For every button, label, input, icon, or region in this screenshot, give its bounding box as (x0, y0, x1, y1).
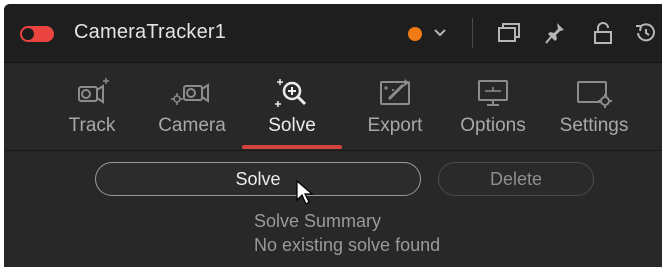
node-enable-toggle[interactable] (20, 26, 54, 42)
tab-track[interactable]: Track (62, 63, 122, 150)
tab-settings[interactable]: Settings (556, 63, 632, 150)
header-separator (472, 18, 473, 48)
window-icon[interactable] (495, 20, 523, 46)
solve-summary: Solve Summary No existing solve found (254, 209, 440, 257)
camera-tracker-panel: CameraTracker1 Track Camera Solve Export… (4, 4, 662, 267)
tab-export[interactable]: Export (362, 63, 428, 150)
mouse-cursor-icon (296, 180, 314, 205)
delete-button[interactable]: Delete (438, 162, 594, 196)
tab-export-label: Export (367, 115, 423, 136)
chevron-down-icon[interactable] (426, 20, 454, 46)
node-header: CameraTracker1 (4, 4, 662, 62)
node-color-dot[interactable] (408, 27, 422, 41)
track-camera-icon (72, 76, 112, 110)
solve-button[interactable]: Solve (95, 162, 421, 196)
solve-summary-status: No existing solve found (254, 235, 441, 255)
tab-solve[interactable]: Solve (262, 63, 322, 150)
active-tab-indicator (242, 145, 342, 149)
tab-options-label: Options (460, 115, 526, 136)
tab-settings-label: Settings (559, 115, 629, 136)
export-icon (375, 76, 415, 110)
tab-options[interactable]: Options (456, 63, 530, 150)
tab-camera[interactable]: Camera (154, 63, 230, 150)
tab-track-label: Track (68, 115, 116, 136)
node-title: CameraTracker1 (74, 21, 227, 43)
tab-solve-label: Solve (268, 115, 316, 136)
tabs-divider (4, 150, 662, 151)
solve-icon (272, 76, 312, 110)
reset-icon[interactable] (632, 20, 660, 46)
pin-icon[interactable] (541, 20, 569, 46)
toggle-knob (22, 28, 34, 40)
tab-camera-label: Camera (158, 115, 226, 136)
camera-icon (170, 76, 214, 110)
settings-icon (574, 76, 614, 110)
tab-bar: Track Camera Solve Export Options Settin… (4, 63, 662, 150)
monitor-icon (473, 76, 513, 110)
lock-icon[interactable] (589, 20, 617, 46)
solve-summary-title: Solve Summary (254, 211, 382, 231)
